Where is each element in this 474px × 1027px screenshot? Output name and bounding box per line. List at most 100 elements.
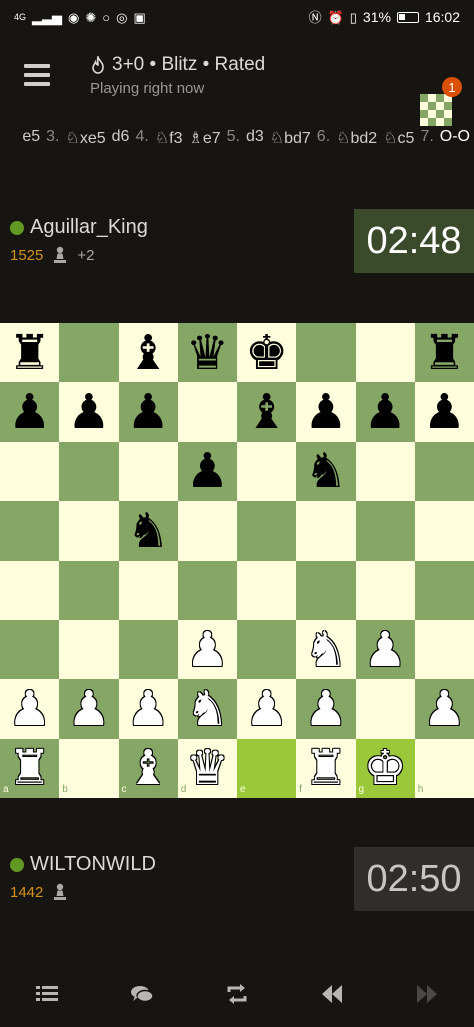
move-number: 6. [316, 128, 331, 145]
square-b6[interactable] [59, 441, 119, 502]
move-number: 7. [420, 128, 434, 145]
game-subtitle: Playing right now [90, 80, 205, 97]
square-h5[interactable] [414, 501, 474, 561]
white-pawn-icon[interactable]: ♟ [415, 679, 474, 738]
white-knight-icon[interactable]: ♞ [296, 620, 355, 679]
square-b8[interactable] [59, 323, 119, 383]
move-list[interactable]: e5 3. ♘xe5 d6 4. ♘f3 ♗e7 5. d3 ♘bd7 6. ♘bd2 ♘c5 7. O-O [0, 124, 474, 154]
menu-icon[interactable] [24, 64, 50, 86]
square-a4[interactable] [0, 560, 60, 620]
move[interactable]: ♘f3 [155, 128, 183, 148]
move[interactable]: ♗e7 [188, 128, 220, 148]
square-h1[interactable] [414, 738, 474, 798]
player-info: WILTONWILD 1442 [10, 853, 156, 902]
square-a5[interactable] [0, 501, 60, 561]
prev-move-icon [321, 984, 342, 1003]
move-number: 5. [226, 128, 240, 145]
move[interactable]: ♘bd2 [336, 128, 377, 148]
white-pawn-icon[interactable]: ♟ [178, 620, 237, 679]
square-f4[interactable] [296, 560, 356, 620]
next-move-icon [416, 984, 437, 1003]
square-e6[interactable] [237, 441, 297, 502]
square-c3[interactable] [118, 619, 178, 680]
white-knight-icon[interactable]: ♞ [178, 679, 237, 738]
black-rook-icon[interactable]: ♜ [0, 323, 59, 382]
square-c6[interactable] [118, 441, 178, 502]
list-icon [36, 985, 59, 1001]
square-f5[interactable] [296, 501, 356, 561]
move[interactable]: ♘c5 [383, 128, 414, 148]
chess-board[interactable]: 8 7 6 5 4 3 2 1 a b c d e f g h ♜ ♝ ♛ ♚ ♜ ♟ ♟ ♟ ♝ ♟ ♟ ♟ ♟ ♞ ♞ ♟ ♞ ♟ ♟ ♟ ♟ ♞ ♟ ♟… [0, 323, 474, 798]
white-queen-icon[interactable]: ♛ [178, 739, 237, 798]
board-icon[interactable] [420, 94, 452, 126]
white-pawn-icon[interactable]: ♟ [356, 620, 415, 679]
square-f8[interactable] [296, 323, 356, 383]
move[interactable]: d6 [112, 128, 130, 148]
player-clock: 02:50 [354, 847, 474, 911]
square-g2[interactable] [355, 679, 415, 739]
square-g5[interactable] [355, 501, 415, 561]
black-rook-icon[interactable]: ♜ [415, 323, 474, 382]
player-name-row: WILTONWILD [10, 853, 156, 876]
white-rook-icon[interactable]: ♜ [0, 739, 59, 798]
current-move[interactable]: O-O [440, 128, 470, 148]
square-e5[interactable] [237, 501, 297, 561]
square-d7[interactable] [177, 382, 237, 442]
square-c4[interactable] [118, 560, 178, 620]
square-e4[interactable] [237, 560, 297, 620]
move[interactable]: e5 [22, 128, 40, 148]
black-king-icon[interactable]: ♚ [237, 323, 296, 382]
black-queen-icon[interactable]: ♛ [178, 323, 237, 382]
square-b1[interactable] [59, 738, 119, 798]
moves-list-button[interactable] [27, 974, 67, 1014]
player-name[interactable]: WILTONWILD [30, 853, 156, 876]
black-bishop-icon[interactable]: ♝ [237, 382, 296, 441]
instagram-icon: ▣ [133, 9, 146, 25]
move[interactable]: d3 [246, 128, 264, 148]
square-h4[interactable] [414, 560, 474, 620]
square-h3[interactable] [414, 619, 474, 680]
black-pawn-icon[interactable]: ♟ [0, 382, 59, 441]
square-b3[interactable] [59, 619, 119, 680]
black-pawn-icon[interactable]: ♟ [178, 442, 237, 501]
black-bishop-icon[interactable]: ♝ [119, 323, 178, 382]
status-bar-right: Ⓝ ⏰ ▯ 31% 16:02 [309, 9, 460, 25]
white-pawn-icon[interactable]: ♟ [59, 679, 118, 738]
black-pawn-icon[interactable]: ♟ [356, 382, 415, 441]
square-a6[interactable] [0, 441, 60, 502]
square-e3[interactable] [237, 619, 297, 680]
white-rook-icon[interactable]: ♜ [296, 739, 355, 798]
white-king-icon[interactable]: ♚ [356, 739, 415, 798]
opponent-name[interactable]: Aguillar_King [30, 216, 148, 239]
square-g4[interactable] [355, 560, 415, 620]
black-knight-icon[interactable]: ♞ [119, 501, 178, 560]
file-label: e [240, 784, 246, 795]
square-b5[interactable] [59, 501, 119, 561]
square-a3[interactable] [0, 619, 60, 680]
square-d4[interactable] [177, 560, 237, 620]
black-pawn-icon[interactable]: ♟ [296, 382, 355, 441]
flip-board-button[interactable] [217, 974, 257, 1014]
previous-move-button[interactable] [312, 974, 352, 1014]
square-d5[interactable] [177, 501, 237, 561]
square-b4[interactable] [59, 560, 119, 620]
opponent-info: Aguillar_King 1525 +2 [10, 216, 148, 265]
game-title-text: 3+0 • Blitz • Rated [112, 54, 266, 75]
white-pawn-icon[interactable]: ♟ [237, 679, 296, 738]
white-pawn-icon[interactable]: ♟ [119, 679, 178, 738]
white-pawn-icon[interactable]: ♟ [0, 679, 59, 738]
white-pawn-icon[interactable]: ♟ [296, 679, 355, 738]
square-h6[interactable] [414, 441, 474, 502]
next-move-button[interactable] [407, 974, 447, 1014]
square-g8[interactable] [355, 323, 415, 383]
top-bar: 3+0 • Blitz • Rated Playing right now 1 [0, 34, 474, 126]
chat-button[interactable] [122, 974, 162, 1014]
black-pawn-icon[interactable]: ♟ [415, 382, 474, 441]
move[interactable]: ♘xe5 [66, 128, 106, 148]
black-pawn-icon[interactable]: ♟ [119, 382, 178, 441]
black-knight-icon[interactable]: ♞ [296, 442, 355, 501]
move[interactable]: ♘bd7 [270, 128, 311, 148]
black-pawn-icon[interactable]: ♟ [59, 382, 118, 441]
white-bishop-icon[interactable]: ♝ [119, 739, 178, 798]
square-g6[interactable] [355, 441, 415, 502]
